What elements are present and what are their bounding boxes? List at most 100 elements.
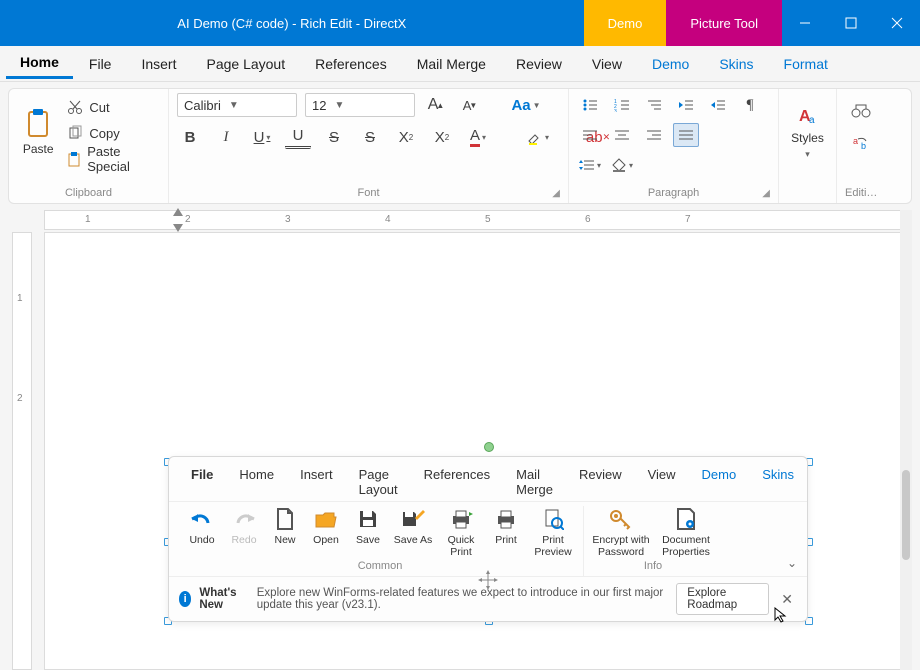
- tab-view[interactable]: View: [578, 50, 636, 78]
- shading-button[interactable]: ▾: [609, 153, 635, 177]
- line-spacing-button[interactable]: ▾: [577, 153, 603, 177]
- ptab-review[interactable]: Review: [567, 463, 634, 501]
- tab-skins[interactable]: Skins: [705, 50, 767, 78]
- ribbon: Paste Cut Copy Paste Special Clipboard: [8, 88, 912, 204]
- dialog-launcher-icon[interactable]: ◢: [552, 188, 560, 199]
- tab-demo[interactable]: Demo: [638, 50, 703, 78]
- tab-page-layout[interactable]: Page Layout: [192, 50, 299, 78]
- bullet-list-button[interactable]: [577, 93, 603, 117]
- group-label-clipboard: Clipboard: [17, 185, 160, 201]
- explore-roadmap-button[interactable]: Explore Roadmap: [676, 583, 769, 615]
- bold-button[interactable]: B: [177, 125, 203, 149]
- save-as-icon: [400, 506, 426, 532]
- font-color-button[interactable]: A▾: [465, 125, 491, 149]
- strikethrough-button[interactable]: S: [321, 125, 347, 149]
- grow-font-button[interactable]: A▲: [423, 93, 449, 117]
- increase-indent-button[interactable]: [705, 93, 731, 117]
- italic-button[interactable]: I: [213, 125, 239, 149]
- number-list-button[interactable]: 123: [609, 93, 635, 117]
- vertical-ruler[interactable]: 12: [12, 232, 32, 670]
- undo-button[interactable]: Undo: [185, 506, 219, 558]
- ptab-view[interactable]: View: [636, 463, 688, 501]
- ptab-page-layout[interactable]: Page Layout: [347, 463, 410, 501]
- ptab-skins[interactable]: Skins: [750, 463, 806, 501]
- align-justify-button[interactable]: [673, 123, 699, 147]
- ptab-mail-merge[interactable]: Mail Merge: [504, 463, 565, 501]
- header-tab-picture-tool[interactable]: Picture Tool: [666, 0, 782, 46]
- copy-icon: [67, 125, 83, 141]
- open-button[interactable]: Open: [309, 506, 343, 558]
- redo-button[interactable]: Redo: [227, 506, 261, 558]
- doc-properties-icon: [673, 506, 699, 532]
- styles-button[interactable]: Aa Styles ▾: [787, 93, 828, 171]
- highlight-button[interactable]: ▾: [525, 125, 551, 149]
- multilevel-list-button[interactable]: [641, 93, 667, 117]
- whats-new-close-button[interactable]: ✕: [777, 591, 797, 608]
- collapse-ribbon-button[interactable]: ⌄: [787, 556, 797, 570]
- font-name-combo[interactable]: Calibri▼: [177, 93, 297, 117]
- vertical-scrollbar[interactable]: [900, 210, 912, 670]
- superscript-button[interactable]: X2: [393, 125, 419, 149]
- tab-file[interactable]: File: [75, 50, 126, 78]
- ptab-file[interactable]: File: [179, 463, 225, 501]
- quick-print-icon: [448, 506, 474, 532]
- scrollbar-thumb[interactable]: [902, 470, 910, 560]
- rotate-handle[interactable]: [484, 442, 494, 452]
- copy-button[interactable]: Copy: [63, 121, 160, 145]
- tab-insert[interactable]: Insert: [127, 50, 190, 78]
- close-button[interactable]: [874, 0, 920, 46]
- horizontal-ruler[interactable]: 1234567: [44, 210, 902, 230]
- align-left-button[interactable]: [577, 123, 603, 147]
- shrink-font-button[interactable]: A▼: [457, 93, 483, 117]
- encrypt-button[interactable]: Encrypt with Password: [592, 506, 650, 558]
- quick-print-button[interactable]: Quick Print: [441, 506, 481, 558]
- align-center-button[interactable]: [609, 123, 635, 147]
- popup-body: Undo Redo New Open Save Save As Quick Pr…: [169, 501, 807, 576]
- underline-button[interactable]: U▾: [249, 125, 275, 149]
- ptab-references[interactable]: References: [412, 463, 502, 501]
- ptab-demo[interactable]: Demo: [690, 463, 749, 501]
- header-tab-demo[interactable]: Demo: [584, 0, 667, 46]
- tab-mail-merge[interactable]: Mail Merge: [403, 50, 500, 78]
- cut-button[interactable]: Cut: [63, 95, 160, 119]
- ptab-insert[interactable]: Insert: [288, 463, 345, 501]
- group-label-font: Font◢: [177, 185, 560, 201]
- save-button[interactable]: Save: [351, 506, 385, 558]
- ptab-home[interactable]: Home: [227, 463, 286, 501]
- svg-text:a: a: [853, 136, 858, 146]
- group-paragraph: 123 ¶ ▾ ▾ Paragraph◢: [569, 89, 779, 203]
- change-case-button[interactable]: Aa▼: [513, 93, 539, 117]
- group-label-editing: Editi…: [845, 185, 877, 201]
- tab-format[interactable]: Format: [770, 50, 842, 78]
- decrease-indent-button[interactable]: [673, 93, 699, 117]
- key-icon: [608, 506, 634, 532]
- tab-review[interactable]: Review: [502, 50, 576, 78]
- tab-references[interactable]: References: [301, 50, 401, 78]
- find-button[interactable]: [848, 99, 874, 123]
- maximize-button[interactable]: [828, 0, 874, 46]
- hanging-indent-marker[interactable]: [173, 224, 183, 232]
- paste-special-button[interactable]: Paste Special: [63, 147, 160, 171]
- minimize-button[interactable]: [782, 0, 828, 46]
- doc-properties-button[interactable]: Document Properties: [658, 506, 714, 558]
- replace-button[interactable]: ab: [848, 131, 874, 155]
- new-button[interactable]: New: [269, 506, 301, 558]
- save-as-button[interactable]: Save As: [393, 506, 433, 558]
- whats-new-bar: i What's New Explore new WinForms-relate…: [169, 576, 807, 621]
- dialog-launcher-icon[interactable]: ◢: [762, 188, 770, 199]
- print-preview-button[interactable]: Print Preview: [531, 506, 575, 558]
- tab-home[interactable]: Home: [6, 48, 73, 79]
- first-line-indent-marker[interactable]: [173, 208, 183, 216]
- subscript-button[interactable]: X2: [429, 125, 455, 149]
- svg-text:b: b: [861, 141, 866, 151]
- paste-button[interactable]: Paste: [17, 93, 59, 171]
- replace-icon: ab: [852, 135, 870, 151]
- undo-icon: [189, 506, 215, 532]
- print-button[interactable]: Print: [489, 506, 523, 558]
- align-right-button[interactable]: [641, 123, 667, 147]
- show-marks-button[interactable]: ¶: [737, 93, 763, 117]
- double-underline-button[interactable]: U: [285, 125, 311, 149]
- print-icon: [493, 506, 519, 532]
- font-size-combo[interactable]: 12▼: [305, 93, 415, 117]
- double-strikethrough-button[interactable]: S: [357, 125, 383, 149]
